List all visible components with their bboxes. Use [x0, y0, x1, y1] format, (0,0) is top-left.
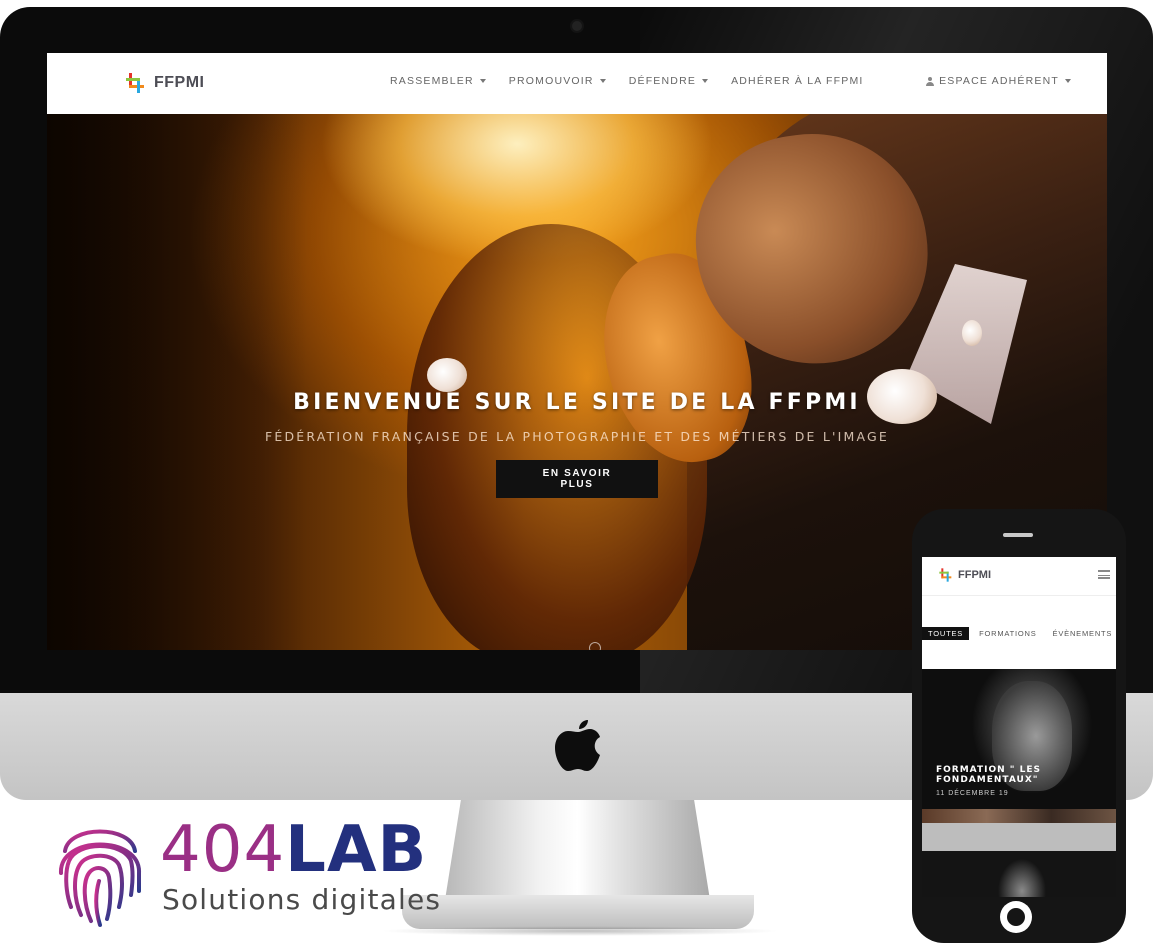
apple-logo-icon: [555, 720, 600, 771]
hero-title: BIENVENUE SUR LE SITE DE LA FFPMI: [293, 390, 861, 415]
nav-label: DÉFENDRE: [628, 75, 697, 87]
nav-label: ADHÉRER À LA FFPMI: [731, 75, 864, 87]
caret-down-icon: [1065, 79, 1071, 83]
tab-evenements[interactable]: ÉVÈNEMENTS: [1047, 627, 1116, 640]
nav-item-defendre[interactable]: DÉFENDRE: [628, 75, 709, 87]
caret-down-icon: [479, 79, 486, 84]
member-area-link[interactable]: ESPACE ADHÉRENT: [926, 75, 1071, 87]
logo-text: FFPMI: [154, 74, 205, 91]
imac-stand-foot: [402, 895, 754, 929]
nav-item-adherer[interactable]: ADHÉRER À LA FFPMI: [731, 75, 863, 87]
ffpmi-logo-icon: [126, 73, 144, 93]
phone-screen: FFPMI TOUTES FORMATIONS ÉVÈNEMENTS FORMA…: [922, 557, 1116, 897]
hero-subtitle: FÉDÉRATION FRANÇAISE DE LA PHOTOGRAPHIE …: [264, 429, 890, 444]
event-card-date: 11 DÉCEMBRE 19: [936, 790, 1009, 797]
ffpmi-logo-icon: [939, 568, 952, 582]
tab-formations[interactable]: FORMATIONS: [973, 627, 1042, 640]
tab-toutes[interactable]: TOUTES: [922, 627, 970, 640]
phone-frame: FFPMI TOUTES FORMATIONS ÉVÈNEMENTS FORMA…: [912, 509, 1126, 943]
learn-more-button[interactable]: EN SAVOIR PLUS: [496, 460, 658, 498]
imac-shadow: [380, 926, 780, 936]
phone-speaker: [1003, 533, 1033, 537]
event-card[interactable]: [922, 851, 1116, 897]
caret-down-icon: [702, 79, 709, 84]
webcam: [572, 21, 582, 31]
mobile-header: FFPMI: [922, 557, 1116, 596]
caret-down-icon: [599, 79, 606, 84]
fingerprint-icon: [58, 829, 142, 927]
brand-404: 404: [160, 813, 286, 887]
nav-item-rassembler[interactable]: RASSEMBLER: [390, 75, 486, 87]
nav-label: PROMOUVOIR: [508, 75, 594, 87]
hero-content: BIENVENUE SUR LE SITE DE LA FFPMI FÉDÉRA…: [47, 390, 1107, 498]
event-card-strip: [922, 809, 1116, 823]
brand-tagline: Solutions digitales: [162, 883, 442, 916]
brand-lab: LAB: [285, 813, 428, 887]
nav-item-promouvoir[interactable]: PROMOUVOIR: [509, 75, 606, 87]
mobile-logo-text: FFPMI: [958, 569, 991, 581]
site-navbar: FFPMI RASSEMBLER PROMOUVOIR DÉFENDRE ADH…: [47, 53, 1107, 114]
hamburger-icon[interactable]: [1098, 570, 1110, 579]
brand-wordmark: 404LAB: [160, 818, 427, 882]
main-nav: RASSEMBLER PROMOUVOIR DÉFENDRE ADHÉRER À…: [390, 75, 864, 87]
event-card-title: FORMATION " LES FONDAMENTAUX": [936, 765, 1041, 785]
hero-shadow: [47, 114, 307, 650]
placeholder-block: [922, 823, 1116, 851]
hero-photo-flower: [427, 358, 467, 392]
hero-photo-flower: [962, 320, 982, 346]
mobile-logo[interactable]: FFPMI: [938, 567, 991, 583]
member-area-label: ESPACE ADHÉRENT: [939, 75, 1059, 87]
mobile-filter-tabs: TOUTES FORMATIONS ÉVÈNEMENTS: [922, 627, 1116, 640]
home-button[interactable]: [1000, 901, 1032, 933]
nav-label: RASSEMBLER: [390, 75, 474, 87]
event-card[interactable]: FORMATION " LES FONDAMENTAUX" 11 DÉCEMBR…: [922, 669, 1116, 809]
site-logo[interactable]: FFPMI: [124, 71, 205, 95]
user-icon: [926, 76, 935, 86]
slider-indicator[interactable]: [589, 642, 601, 650]
imac-stand: [445, 800, 710, 900]
